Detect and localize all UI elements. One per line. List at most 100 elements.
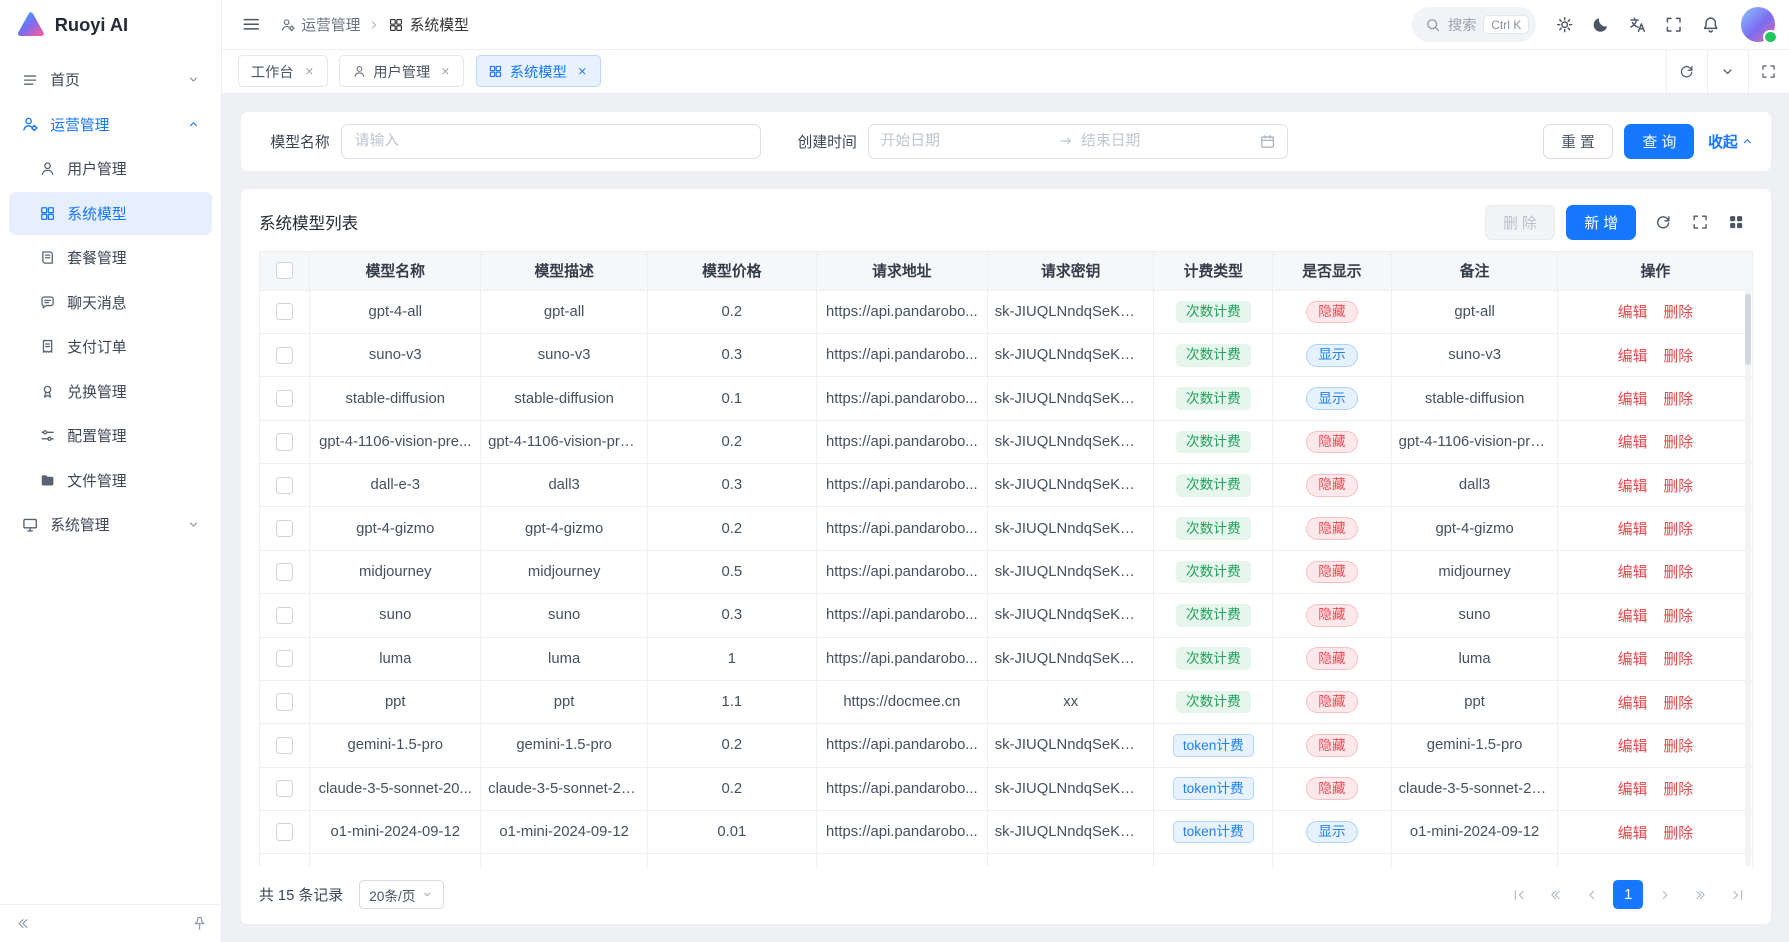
refresh-icon[interactable] <box>1648 206 1680 238</box>
dark-mode-icon[interactable] <box>1584 7 1618 41</box>
edit-link[interactable]: 编辑 <box>1618 479 1648 495</box>
double-left-icon[interactable] <box>1540 880 1570 910</box>
delete-link[interactable]: 删除 <box>1663 652 1693 668</box>
logo[interactable]: Ruoyi AI <box>0 0 221 50</box>
page-size-select[interactable]: 20条/页 <box>359 880 444 910</box>
row-checkbox[interactable] <box>276 390 293 407</box>
reset-button[interactable]: 重 置 <box>1543 124 1613 159</box>
column-header[interactable]: 请求地址 <box>816 251 987 290</box>
chevron-left-icon[interactable] <box>1577 880 1607 910</box>
row-checkbox[interactable] <box>276 780 293 797</box>
row-checkbox[interactable] <box>276 737 293 754</box>
edit-link[interactable]: 编辑 <box>1618 392 1648 408</box>
column-header[interactable]: 请求密钥 <box>987 251 1154 290</box>
delete-link[interactable]: 删除 <box>1663 435 1693 451</box>
edit-link[interactable]: 编辑 <box>1618 739 1648 755</box>
row-checkbox[interactable] <box>276 607 293 624</box>
column-header[interactable]: 模型描述 <box>481 251 648 290</box>
columns-icon[interactable] <box>1721 206 1753 238</box>
scrollbar-thumb[interactable] <box>1745 294 1752 365</box>
sidebar-item-order[interactable]: 支付订单 <box>9 325 212 368</box>
sidebar-item-file[interactable]: 文件管理 <box>9 459 212 502</box>
model-name-input[interactable] <box>341 124 761 159</box>
date-range-picker[interactable] <box>868 124 1288 159</box>
translate-icon[interactable] <box>1620 7 1654 41</box>
select-all-checkbox[interactable] <box>276 262 293 279</box>
chevron-right-icon[interactable] <box>1650 880 1680 910</box>
breadcrumb-item[interactable]: 运营管理 <box>280 14 361 35</box>
edit-link[interactable]: 编辑 <box>1618 782 1648 798</box>
edit-link[interactable]: 编辑 <box>1618 609 1648 625</box>
column-header[interactable]: 计费类型 <box>1154 251 1273 290</box>
sidebar-item-home[interactable]: 首页 <box>9 58 212 101</box>
expand-icon[interactable] <box>1684 206 1716 238</box>
tab-model[interactable]: 系统模型 <box>476 55 601 87</box>
column-header[interactable]: 备注 <box>1391 251 1558 290</box>
avatar[interactable] <box>1741 7 1775 41</box>
first-icon[interactable] <box>1504 880 1534 910</box>
delete-link[interactable]: 删除 <box>1663 479 1693 495</box>
sidebar-item-model[interactable]: 系统模型 <box>9 192 212 235</box>
sidebar-item-config[interactable]: 配置管理 <box>9 414 212 457</box>
pin-icon[interactable] <box>191 915 208 932</box>
row-checkbox[interactable] <box>276 433 293 450</box>
delete-link[interactable]: 删除 <box>1663 609 1693 625</box>
close-icon[interactable] <box>439 65 452 78</box>
edit-link[interactable]: 编辑 <box>1618 522 1648 538</box>
fullscreen-icon[interactable] <box>1657 7 1691 41</box>
scrollbar-track[interactable] <box>1745 291 1752 866</box>
collapse-sidebar-icon[interactable] <box>14 915 31 932</box>
last-icon[interactable] <box>1723 880 1753 910</box>
close-icon[interactable] <box>576 65 589 78</box>
settings-icon[interactable] <box>1547 7 1581 41</box>
add-button[interactable]: 新 增 <box>1566 205 1636 240</box>
delete-link[interactable]: 删除 <box>1663 739 1693 755</box>
query-button[interactable]: 查 询 <box>1624 124 1694 159</box>
row-checkbox[interactable] <box>276 303 293 320</box>
edit-link[interactable]: 编辑 <box>1618 349 1648 365</box>
row-checkbox[interactable] <box>276 693 293 710</box>
sidebar-item-user[interactable]: 用户管理 <box>9 147 212 190</box>
refresh-icon[interactable] <box>1666 50 1707 92</box>
row-checkbox[interactable] <box>276 650 293 667</box>
column-header[interactable]: 模型价格 <box>647 251 816 290</box>
expand-icon[interactable] <box>1748 50 1789 92</box>
edit-link[interactable]: 编辑 <box>1618 696 1648 712</box>
edit-link[interactable]: 编辑 <box>1618 305 1648 321</box>
hamburger-icon[interactable] <box>241 14 262 35</box>
sidebar-item-operations[interactable]: 运营管理 <box>9 103 212 146</box>
breadcrumb-item[interactable]: 系统模型 <box>388 14 469 35</box>
delete-link[interactable]: 删除 <box>1663 696 1693 712</box>
notifications-icon[interactable] <box>1693 7 1727 41</box>
delete-button[interactable]: 删 除 <box>1485 205 1555 240</box>
tab-user[interactable]: 用户管理 <box>339 55 464 87</box>
delete-link[interactable]: 删除 <box>1663 782 1693 798</box>
delete-link[interactable]: 删除 <box>1663 565 1693 581</box>
search-input[interactable]: 搜索 Ctrl K <box>1412 7 1536 41</box>
close-icon[interactable] <box>303 65 316 78</box>
delete-link[interactable]: 删除 <box>1663 349 1693 365</box>
edit-link[interactable]: 编辑 <box>1618 565 1648 581</box>
delete-link[interactable]: 删除 <box>1663 305 1693 321</box>
sidebar-item-chat[interactable]: 聊天消息 <box>9 281 212 324</box>
column-header[interactable]: 操作 <box>1558 251 1753 290</box>
page-number[interactable]: 1 <box>1613 880 1643 910</box>
column-header[interactable]: 模型名称 <box>310 251 481 290</box>
chevron-down-icon[interactable] <box>1707 50 1748 92</box>
delete-link[interactable]: 删除 <box>1663 826 1693 842</box>
collapse-filter-link[interactable]: 收起 <box>1708 131 1755 152</box>
sidebar-item-system[interactable]: 系统管理 <box>9 503 212 546</box>
row-checkbox[interactable] <box>276 823 293 840</box>
edit-link[interactable]: 编辑 <box>1618 652 1648 668</box>
row-checkbox[interactable] <box>276 563 293 580</box>
sidebar-item-redeem[interactable]: 兑换管理 <box>9 370 212 413</box>
edit-link[interactable]: 编辑 <box>1618 826 1648 842</box>
delete-link[interactable]: 删除 <box>1663 522 1693 538</box>
edit-link[interactable]: 编辑 <box>1618 435 1648 451</box>
row-checkbox[interactable] <box>276 520 293 537</box>
column-header[interactable]: 是否显示 <box>1273 251 1392 290</box>
sidebar-item-package[interactable]: 套餐管理 <box>9 236 212 279</box>
delete-link[interactable]: 删除 <box>1663 392 1693 408</box>
end-date-input[interactable] <box>1081 133 1252 149</box>
double-right-icon[interactable] <box>1686 880 1716 910</box>
